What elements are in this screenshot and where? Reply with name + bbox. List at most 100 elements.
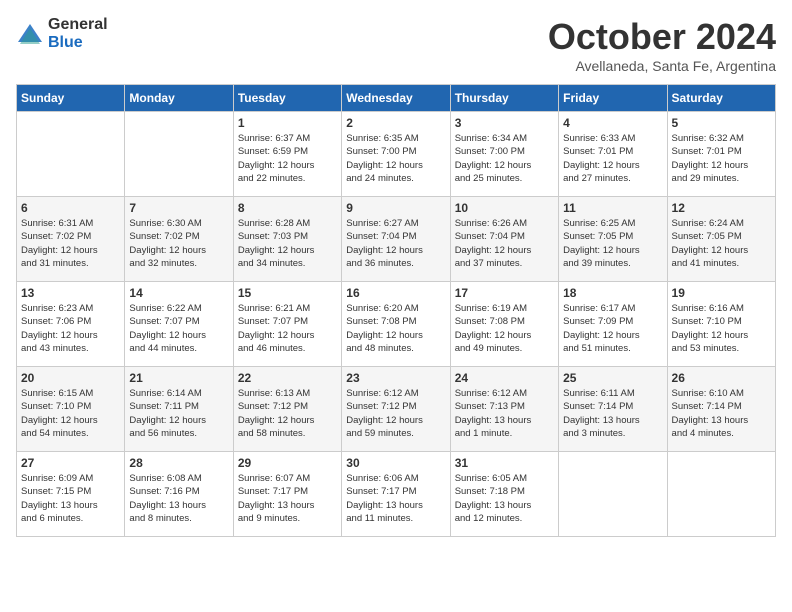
calendar-cell: 31 Sunrise: 6:05 AMSunset: 7:18 PMDayligh…	[450, 452, 558, 537]
calendar-week-row: 6 Sunrise: 6:31 AMSunset: 7:02 PMDaylight…	[17, 197, 776, 282]
location: Avellaneda, Santa Fe, Argentina	[548, 58, 776, 74]
day-number: 30	[346, 456, 445, 470]
calendar-day-header: Saturday	[667, 85, 775, 112]
day-info: Sunrise: 6:11 AMSunset: 7:14 PMDaylight:…	[563, 387, 662, 440]
day-number: 15	[238, 286, 337, 300]
calendar-cell: 30Sunrise: 6:06 AMSunset: 7:17 PMDayligh…	[342, 452, 450, 537]
day-number: 12	[672, 201, 771, 215]
day-info: Sunrise: 6:17 AMSunset: 7:09 PMDaylight:…	[563, 302, 662, 355]
calendar-header-row: SundayMondayTuesdayWednesdayThursdayFrid…	[17, 85, 776, 112]
day-info: Sunrise: 6:05 AMSunset: 7:18 PMDaylight:…	[455, 472, 554, 525]
day-number: 3	[455, 116, 554, 130]
day-number: 25	[563, 371, 662, 385]
day-info: Sunrise: 6:35 AMSunset: 7:00 PMDaylight:…	[346, 132, 445, 185]
calendar-cell: 29 Sunrise: 6:07 AMSunset: 7:17 PMDayligh…	[233, 452, 341, 537]
calendar-cell: 14 Sunrise: 6:22 AMSunset: 7:07 PMDayligh…	[125, 282, 233, 367]
day-info: Sunrise: 6:12 AMSunset: 7:13 PMDaylight:…	[455, 387, 554, 440]
day-info: Sunrise: 6:26 AMSunset: 7:04 PMDaylight:…	[455, 217, 554, 270]
calendar-cell: 2 Sunrise: 6:35 AMSunset: 7:00 PMDaylight…	[342, 112, 450, 197]
calendar-cell: 5Sunrise: 6:32 AMSunset: 7:01 PMDaylight…	[667, 112, 775, 197]
day-info: Sunrise: 6:15 AMSunset: 7:10 PMDaylight:…	[21, 387, 120, 440]
calendar-week-row: 20Sunrise: 6:15 AMSunset: 7:10 PMDayligh…	[17, 367, 776, 452]
calendar-day-header: Wednesday	[342, 85, 450, 112]
day-number: 29	[238, 456, 337, 470]
day-number: 14	[129, 286, 228, 300]
calendar-cell	[17, 112, 125, 197]
calendar-cell	[559, 452, 667, 537]
day-number: 7	[129, 201, 228, 215]
day-info: Sunrise: 6:13 AMSunset: 7:12 PMDaylight:…	[238, 387, 337, 440]
calendar-cell	[667, 452, 775, 537]
logo-blue: Blue	[48, 34, 108, 52]
calendar-cell: 21Sunrise: 6:14 AMSunset: 7:11 PMDayligh…	[125, 367, 233, 452]
month-title: October 2024	[548, 16, 776, 58]
day-info: Sunrise: 6:09 AMSunset: 7:15 PMDaylight:…	[21, 472, 120, 525]
day-number: 28	[129, 456, 228, 470]
calendar-cell: 18Sunrise: 6:17 AMSunset: 7:09 PMDayligh…	[559, 282, 667, 367]
day-number: 5	[672, 116, 771, 130]
logo-icon	[16, 20, 44, 48]
calendar-day-header: Friday	[559, 85, 667, 112]
day-number: 21	[129, 371, 228, 385]
day-info: Sunrise: 6:34 AMSunset: 7:00 PMDaylight:…	[455, 132, 554, 185]
title-area: October 2024 Avellaneda, Santa Fe, Argen…	[548, 16, 776, 74]
day-info: Sunrise: 6:23 AMSunset: 7:06 PMDaylight:…	[21, 302, 120, 355]
calendar-cell: 12 Sunrise: 6:24 AMSunset: 7:05 PMDayligh…	[667, 197, 775, 282]
day-info: Sunrise: 6:33 AMSunset: 7:01 PMDaylight:…	[563, 132, 662, 185]
calendar-cell: 10 Sunrise: 6:26 AMSunset: 7:04 PMDayligh…	[450, 197, 558, 282]
day-number: 11	[563, 201, 662, 215]
calendar-table: SundayMondayTuesdayWednesdayThursdayFrid…	[16, 84, 776, 537]
day-number: 8	[238, 201, 337, 215]
day-info: Sunrise: 6:19 AMSunset: 7:08 PMDaylight:…	[455, 302, 554, 355]
day-info: Sunrise: 6:27 AMSunset: 7:04 PMDaylight:…	[346, 217, 445, 270]
day-number: 17	[455, 286, 554, 300]
calendar-cell: 7Sunrise: 6:30 AMSunset: 7:02 PMDaylight…	[125, 197, 233, 282]
calendar-cell: 8 Sunrise: 6:28 AMSunset: 7:03 PMDaylight…	[233, 197, 341, 282]
day-info: Sunrise: 6:22 AMSunset: 7:07 PMDaylight:…	[129, 302, 228, 355]
page-header: General Blue October 2024 Avellaneda, Sa…	[16, 16, 776, 74]
calendar-cell: 13 Sunrise: 6:23 AMSunset: 7:06 PMDayligh…	[17, 282, 125, 367]
calendar-cell: 22 Sunrise: 6:13 AMSunset: 7:12 PMDayligh…	[233, 367, 341, 452]
day-info: Sunrise: 6:24 AMSunset: 7:05 PMDaylight:…	[672, 217, 771, 270]
day-number: 10	[455, 201, 554, 215]
calendar-cell: 26Sunrise: 6:10 AMSunset: 7:14 PMDayligh…	[667, 367, 775, 452]
calendar-week-row: 13 Sunrise: 6:23 AMSunset: 7:06 PMDayligh…	[17, 282, 776, 367]
day-info: Sunrise: 6:25 AMSunset: 7:05 PMDaylight:…	[563, 217, 662, 270]
calendar-cell: 3 Sunrise: 6:34 AMSunset: 7:00 PMDaylight…	[450, 112, 558, 197]
day-info: Sunrise: 6:28 AMSunset: 7:03 PMDaylight:…	[238, 217, 337, 270]
calendar-day-header: Thursday	[450, 85, 558, 112]
day-number: 16	[346, 286, 445, 300]
calendar-cell: 11 Sunrise: 6:25 AMSunset: 7:05 PMDayligh…	[559, 197, 667, 282]
calendar-cell: 24 Sunrise: 6:12 AMSunset: 7:13 PMDayligh…	[450, 367, 558, 452]
day-info: Sunrise: 6:31 AMSunset: 7:02 PMDaylight:…	[21, 217, 120, 270]
day-number: 4	[563, 116, 662, 130]
day-info: Sunrise: 6:12 AMSunset: 7:12 PMDaylight:…	[346, 387, 445, 440]
calendar-cell	[125, 112, 233, 197]
day-number: 6	[21, 201, 120, 215]
calendar-day-header: Monday	[125, 85, 233, 112]
day-number: 13	[21, 286, 120, 300]
day-number: 22	[238, 371, 337, 385]
day-info: Sunrise: 6:10 AMSunset: 7:14 PMDaylight:…	[672, 387, 771, 440]
calendar-cell: 15 Sunrise: 6:21 AMSunset: 7:07 PMDayligh…	[233, 282, 341, 367]
calendar-cell: 9 Sunrise: 6:27 AMSunset: 7:04 PMDaylight…	[342, 197, 450, 282]
day-info: Sunrise: 6:07 AMSunset: 7:17 PMDaylight:…	[238, 472, 337, 525]
day-number: 9	[346, 201, 445, 215]
calendar-cell: 25 Sunrise: 6:11 AMSunset: 7:14 PMDayligh…	[559, 367, 667, 452]
calendar-day-header: Tuesday	[233, 85, 341, 112]
day-number: 2	[346, 116, 445, 130]
day-number: 23	[346, 371, 445, 385]
logo-general: General	[48, 16, 108, 34]
day-number: 31	[455, 456, 554, 470]
calendar-cell: 19Sunrise: 6:16 AMSunset: 7:10 PMDayligh…	[667, 282, 775, 367]
day-info: Sunrise: 6:08 AMSunset: 7:16 PMDaylight:…	[129, 472, 228, 525]
calendar-cell: 17 Sunrise: 6:19 AMSunset: 7:08 PMDayligh…	[450, 282, 558, 367]
day-info: Sunrise: 6:21 AMSunset: 7:07 PMDaylight:…	[238, 302, 337, 355]
day-info: Sunrise: 6:16 AMSunset: 7:10 PMDaylight:…	[672, 302, 771, 355]
day-info: Sunrise: 6:37 AMSunset: 6:59 PMDaylight:…	[238, 132, 337, 185]
logo-text: General Blue	[48, 16, 108, 51]
day-number: 24	[455, 371, 554, 385]
calendar-cell: 23 Sunrise: 6:12 AMSunset: 7:12 PMDayligh…	[342, 367, 450, 452]
calendar-cell: 6 Sunrise: 6:31 AMSunset: 7:02 PMDaylight…	[17, 197, 125, 282]
calendar-cell: 16Sunrise: 6:20 AMSunset: 7:08 PMDayligh…	[342, 282, 450, 367]
